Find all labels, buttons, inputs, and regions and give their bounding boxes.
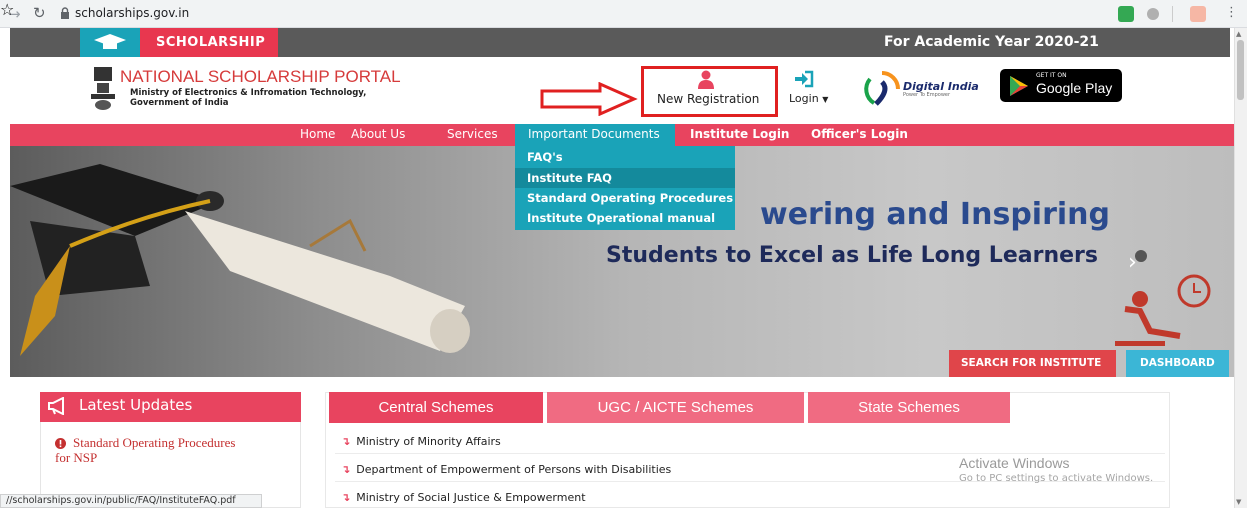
update-item-sop-cont[interactable]: for NSP: [55, 451, 97, 465]
menu-item-operational-manual[interactable]: Institute Operational manual: [527, 211, 715, 225]
google-play-get: GET IT ON: [1036, 72, 1067, 79]
row-arrow-icon: ↴: [341, 435, 351, 448]
reload-icon[interactable]: ↻: [33, 4, 46, 22]
dashboard-button[interactable]: DASHBOARD: [1126, 350, 1229, 377]
link-status-bar: //scholarships.gov.in/public/FAQ/Institu…: [0, 494, 262, 508]
update-item-sop[interactable]: Standard Operating Procedures: [73, 436, 235, 450]
scheme-name: Department of Empowerment of Persons wit…: [356, 463, 672, 476]
graduation-cap-icon: [80, 28, 140, 57]
ministry-subtitle: Ministry of Electronics & Infromation Te…: [130, 88, 366, 108]
menu-icon[interactable]: ⋮: [1225, 5, 1238, 20]
menu-item-sop[interactable]: Standard Operating Procedures: [527, 191, 733, 205]
extension-icon[interactable]: [1118, 6, 1134, 22]
login-icon: [795, 70, 814, 88]
menu-item-faqs[interactable]: FAQ's: [527, 150, 563, 164]
scroll-down-icon[interactable]: ▼: [1236, 498, 1241, 506]
lock-icon: [61, 7, 69, 19]
activate-windows-title: Activate Windows: [959, 455, 1070, 471]
megaphone-icon: [48, 397, 64, 415]
user-icon: [698, 70, 714, 89]
row-arrow-icon: ↴: [341, 491, 351, 504]
scheme-row[interactable]: ↴ Department of Empowerment of Persons wi…: [341, 463, 671, 476]
scheme-row[interactable]: ↴ Ministry of Social Justice & Empowermen…: [341, 491, 586, 504]
row-arrow-icon: ↴: [341, 463, 351, 476]
tab-ugc-aicte-schemes[interactable]: UGC / AICTE Schemes: [547, 392, 804, 423]
page-scrollbar[interactable]: [1234, 28, 1247, 508]
row-divider: [335, 453, 1165, 454]
hero-headline: wering and Inspiring: [760, 197, 1110, 232]
menu-item-institute-faq[interactable]: Institute FAQ: [527, 171, 612, 185]
tab-central-schemes[interactable]: Central Schemes: [329, 392, 543, 423]
scheme-name: Ministry of Social Justice & Empowerment: [356, 491, 586, 504]
academic-year: For Academic Year 2020-21: [884, 34, 1099, 50]
new-registration-link[interactable]: New Registration: [657, 92, 759, 106]
bookmark-star-icon[interactable]: ☆: [0, 0, 14, 19]
nav-important-documents[interactable]: Important Documents: [528, 127, 660, 141]
nav-about-us[interactable]: About Us: [351, 127, 405, 141]
profile-avatar[interactable]: [1190, 6, 1206, 22]
carousel-next-icon[interactable]: ›: [1128, 250, 1137, 275]
scheme-row[interactable]: ↴ Ministry of Minority Affairs: [341, 435, 501, 448]
caret-down-icon: ▼: [822, 95, 829, 104]
hero-subheadline: Students to Excel as Life Long Learners: [606, 243, 1098, 268]
nav-home[interactable]: Home: [300, 127, 335, 141]
update-item-line1: Standard Operating Procedures: [73, 435, 236, 450]
scheme-name: Ministry of Minority Affairs: [356, 435, 501, 448]
callout-arrow-icon: [540, 82, 638, 116]
tab-state-schemes[interactable]: State Schemes: [808, 392, 1010, 423]
digital-india-logo-icon: [864, 71, 900, 106]
scrollbar-thumb[interactable]: [1237, 40, 1244, 100]
login-label: Login: [789, 92, 819, 105]
nav-services[interactable]: Services: [447, 127, 498, 141]
extension-icon[interactable]: [1147, 8, 1159, 20]
google-play-name: Google Play: [1036, 80, 1113, 96]
update-item-line2: for NSP: [55, 450, 98, 465]
portal-title: NATIONAL SCHOLARSHIP PORTAL: [120, 67, 401, 86]
digital-india-tagline: Power To Empower: [903, 92, 951, 98]
nav-officers-login[interactable]: Officer's Login: [811, 127, 908, 141]
nav-institute-login[interactable]: Institute Login: [690, 127, 789, 141]
national-emblem-icon: [91, 67, 115, 110]
search-institute-button[interactable]: SEARCH FOR INSTITUTE: [949, 350, 1116, 377]
latest-updates-title: Latest Updates: [79, 396, 193, 414]
toolbar-divider: [1172, 6, 1173, 22]
google-play-icon: [1010, 76, 1028, 96]
government-line: Government of India: [130, 98, 229, 108]
scroll-up-icon[interactable]: ▲: [1236, 30, 1241, 38]
activate-windows-hint: Go to PC settings to activate Windows.: [959, 473, 1154, 484]
info-icon: [55, 438, 66, 449]
address-bar[interactable]: scholarships.gov.in: [75, 6, 189, 20]
login-dropdown[interactable]: Login ▼: [789, 92, 828, 105]
ministry-line: Ministry of Electronics & Infromation Te…: [130, 88, 367, 98]
scholarship-tab[interactable]: SCHOLARSHIP: [140, 28, 278, 57]
